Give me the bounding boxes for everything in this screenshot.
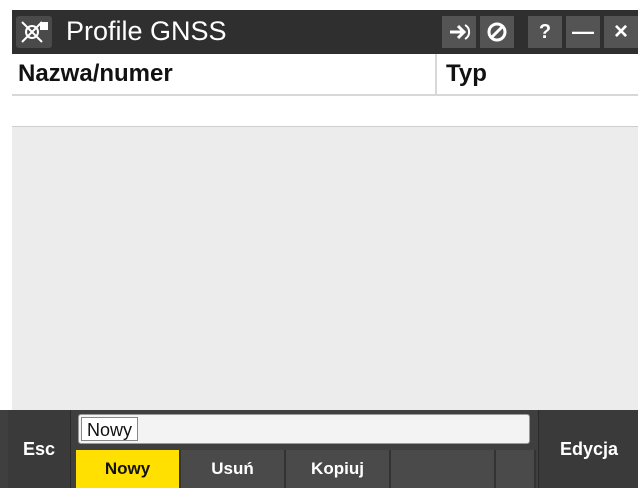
table-header: Nazwa/numer Typ (12, 54, 638, 96)
list-area (12, 127, 638, 413)
column-header-name[interactable]: Nazwa/numer (18, 54, 173, 94)
forward-icon[interactable] (442, 16, 476, 48)
bottom-toolbar: Esc Nowy Nowy Usuń Kopiuj Edycja (0, 410, 638, 488)
edit-button[interactable]: Edycja (538, 410, 638, 488)
close-button[interactable]: × (604, 16, 638, 48)
empty-softkey-1[interactable] (391, 450, 496, 488)
copy-button[interactable]: Kopiuj (286, 450, 391, 488)
close-label: × (613, 18, 628, 45)
no-entry-icon[interactable] (480, 16, 514, 48)
window-title: Profile GNSS (66, 16, 227, 46)
column-header-type[interactable]: Typ (446, 54, 487, 94)
input-value: Nowy (81, 417, 139, 441)
input-field[interactable]: Nowy (78, 414, 530, 444)
title-bar: Profile GNSS ? — × (12, 10, 638, 54)
minimize-label: — (572, 19, 594, 44)
new-button[interactable]: Nowy (76, 450, 181, 488)
satellite-icon[interactable] (16, 16, 52, 48)
help-button[interactable]: ? (528, 16, 562, 48)
table-row[interactable] (12, 96, 638, 127)
help-label: ? (538, 20, 552, 43)
window-edge (0, 0, 12, 410)
delete-button[interactable]: Usuń (181, 450, 286, 488)
column-divider (435, 54, 437, 94)
empty-softkey-2[interactable] (496, 450, 536, 488)
esc-button[interactable]: Esc (8, 410, 71, 488)
app-window: Profile GNSS ? — × Nazwa/numer Typ Esc N… (0, 0, 638, 488)
minimize-button[interactable]: — (566, 16, 600, 48)
